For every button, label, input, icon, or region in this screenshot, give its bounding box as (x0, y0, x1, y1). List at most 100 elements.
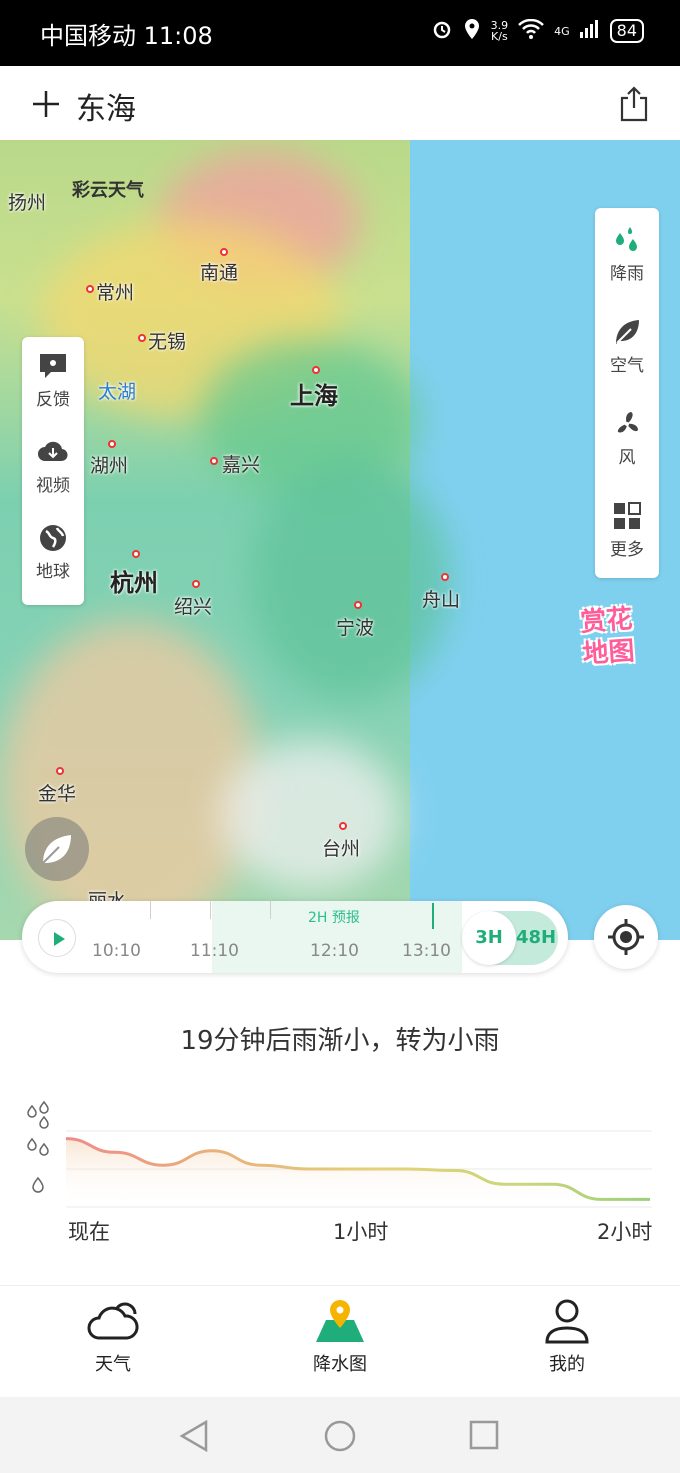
layer-air-button[interactable]: 空气 (595, 300, 659, 392)
layer-wind-label: 风 (618, 447, 636, 468)
rain-light-level-icon (32, 1176, 44, 1193)
range-48h-button[interactable]: 48H (516, 911, 558, 965)
city-dot (138, 334, 146, 342)
battery-level: 84 (609, 19, 644, 43)
map-pin-icon (316, 1300, 364, 1342)
clear-area (220, 740, 400, 890)
city-dot (86, 285, 94, 293)
timeline-tick (210, 901, 211, 919)
precip-summary: 19分钟后雨渐小，转为小雨 (180, 1026, 500, 1056)
flower-map-badge[interactable]: 赏花 地图 (563, 602, 652, 686)
signal-icon (579, 20, 600, 42)
precipitation-map[interactable]: 彩云天气 扬州 南通 常州 无锡 太湖 上海 湖州 嘉兴 杭州 绍兴 宁波 舟山… (0, 140, 680, 940)
user-icon (545, 1299, 589, 1344)
feedback-button[interactable]: 反馈 (22, 337, 84, 423)
status-bar: 中国移动 11:08 3.9 K/s 4G 84 (0, 0, 680, 66)
leaf-icon (616, 319, 639, 344)
video-label: 视频 (36, 475, 70, 496)
x-axis-label-now: 现在 (68, 1220, 110, 1244)
flower-badge-line2: 地图 (581, 636, 636, 670)
timeline-tick (150, 901, 151, 919)
current-time-marker[interactable] (432, 903, 434, 929)
crosshair-icon (608, 919, 644, 955)
time-label: 12:10 (310, 941, 359, 961)
globe-icon (40, 524, 66, 551)
city-nantong: 南通 (200, 262, 239, 284)
city-dot (339, 822, 347, 830)
city-shanghai: 上海 (290, 382, 338, 410)
x-axis-label-2h: 2小时 (597, 1220, 653, 1244)
alarm-icon (431, 18, 453, 44)
layer-switch-panel: 降雨 空气 风 更多 (595, 208, 659, 578)
city-zhoushan: 舟山 (422, 589, 461, 611)
add-city-icon[interactable] (30, 88, 62, 120)
city-dot (132, 550, 140, 558)
nav-mine-label: 我的 (549, 1354, 585, 1375)
city-dot (56, 767, 64, 775)
feedback-label: 反馈 (36, 389, 70, 410)
rain-moderate-level-icon (27, 1137, 49, 1156)
fan-icon (617, 411, 638, 432)
city-dot (354, 601, 362, 609)
layer-rain-button[interactable]: 降雨 (595, 208, 659, 300)
time-label: 13:10 (402, 941, 451, 961)
globe-button[interactable]: 地球 (22, 509, 84, 595)
layer-rain-label: 降雨 (610, 263, 644, 284)
video-button[interactable]: 视频 (22, 423, 84, 509)
city-taizhou: 台州 (322, 838, 361, 860)
layer-wind-button[interactable]: 风 (595, 392, 659, 484)
timeline-tick (270, 901, 271, 919)
nav-precip-map[interactable]: 降水图 (270, 1298, 410, 1376)
wifi-icon (518, 18, 544, 43)
lake-taihu: 太湖 (98, 381, 137, 403)
time-label: 10:10 (92, 941, 141, 961)
city-changzhou: 常州 (96, 282, 135, 304)
green-area (250, 460, 450, 700)
city-yangzhou: 扬州 (8, 192, 47, 214)
city-dot (192, 580, 200, 588)
nav-mine[interactable]: 我的 (497, 1298, 637, 1376)
home-icon[interactable] (323, 1419, 357, 1453)
city-dot (220, 248, 228, 256)
layer-more-label: 更多 (610, 539, 644, 560)
feedback-icon (40, 353, 66, 378)
network-type: 4G (554, 24, 570, 38)
app-header: 东海 (0, 66, 680, 140)
recents-icon[interactable] (468, 1419, 500, 1451)
share-icon[interactable] (618, 86, 650, 122)
city-jiaxing: 嘉兴 (222, 454, 261, 476)
grid-icon (614, 501, 641, 529)
locate-button[interactable] (594, 905, 658, 969)
range-toggle[interactable]: 3H 48H (462, 911, 558, 965)
city-wuxi: 无锡 (148, 331, 187, 353)
x-axis-label-1h: 1小时 (333, 1220, 389, 1244)
air-quality-floating-button[interactable] (25, 817, 89, 881)
nav-weather-label: 天气 (95, 1354, 131, 1375)
layer-more-button[interactable]: 更多 (595, 484, 659, 576)
city-ningbo: 宁波 (336, 617, 375, 639)
net-speed: 3.9 K/s (491, 20, 509, 42)
cloud-icon (87, 1302, 139, 1340)
status-icons: 3.9 K/s 4G 84 (431, 18, 644, 44)
globe-label: 地球 (36, 561, 70, 582)
nav-weather[interactable]: 天气 (43, 1298, 183, 1376)
city-dot (312, 366, 320, 374)
back-icon[interactable] (178, 1419, 210, 1453)
leaf-icon (42, 835, 71, 864)
city-hangzhou: 杭州 (110, 569, 158, 597)
rain-heavy-level-icon (27, 1100, 49, 1129)
carrier-time: 中国移动 11:08 (40, 22, 213, 50)
play-button[interactable] (38, 919, 76, 957)
cloud-download-icon (38, 441, 68, 461)
city-dot (210, 457, 218, 465)
map-tools-panel: 反馈 视频 地球 (22, 337, 84, 605)
timeline-bar[interactable]: 2H 预报 10:10 11:10 12:10 13:10 3H 48H (22, 901, 568, 973)
system-navigation-bar (0, 1397, 680, 1473)
city-name[interactable]: 东海 (76, 84, 136, 128)
layer-air-label: 空气 (610, 355, 644, 376)
range-3h-button[interactable]: 3H (462, 911, 516, 965)
location-icon (463, 18, 481, 44)
precip-area (66, 1138, 650, 1207)
raindrops-icon (616, 226, 637, 251)
city-jinhua: 金华 (38, 783, 77, 805)
